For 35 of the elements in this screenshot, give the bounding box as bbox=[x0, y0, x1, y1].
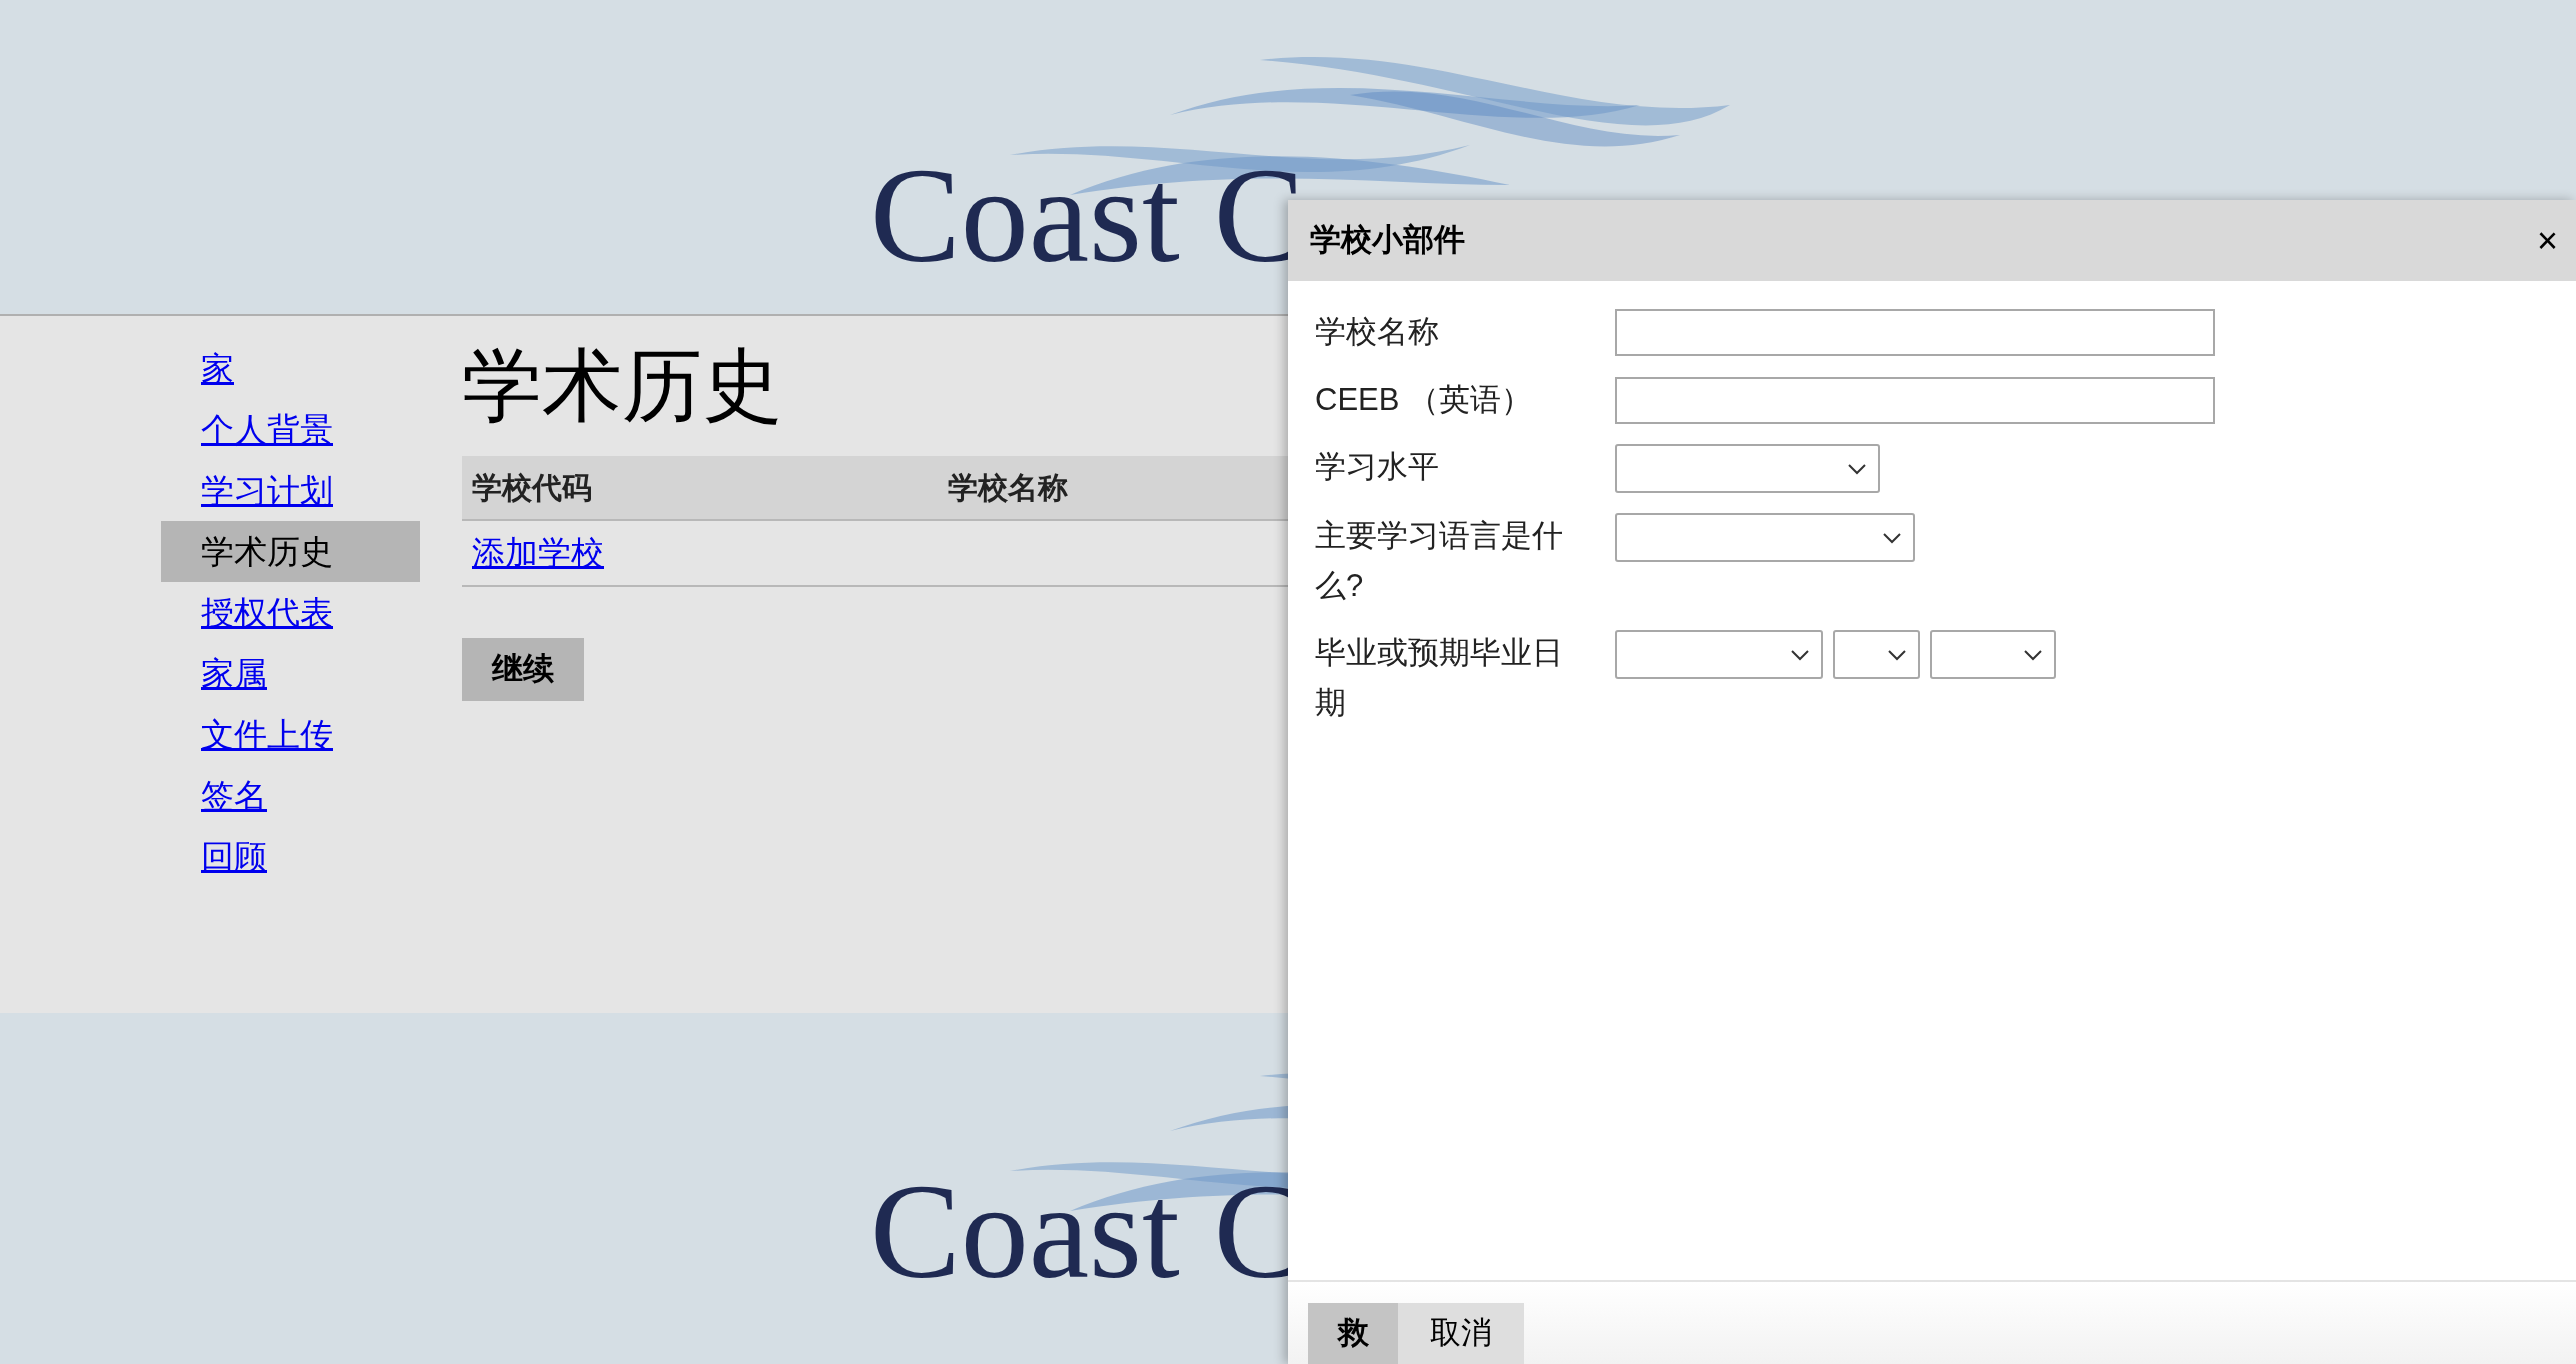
dropdown[interactable] bbox=[1930, 630, 2056, 680]
chevron-icon bbox=[1883, 533, 1901, 545]
dropdown[interactable] bbox=[1615, 444, 1880, 494]
dropdown[interactable] bbox=[1615, 630, 1823, 680]
input-field[interactable] bbox=[1615, 376, 2215, 424]
field-label: 主要学习语言是什么? bbox=[1315, 517, 1564, 605]
dialog-title: 学校小部件 bbox=[1310, 221, 1465, 260]
continue-button[interactable]: 继续 bbox=[462, 638, 584, 701]
field-label: 毕业或预期毕业日期 bbox=[1315, 634, 1564, 722]
chevron-icon bbox=[2024, 650, 2042, 662]
chevron-icon bbox=[1848, 464, 1866, 476]
column-header: 学校代码 bbox=[471, 470, 593, 506]
chevron-icon bbox=[1888, 650, 1906, 662]
add-school-link[interactable]: 添加学校 bbox=[472, 528, 604, 578]
nav-link[interactable]: 家属 bbox=[201, 643, 420, 704]
save-button[interactable]: 救 bbox=[1308, 1303, 1398, 1364]
nav-link[interactable]: 家 bbox=[201, 338, 420, 399]
nav-link[interactable]: 学习计划 bbox=[201, 460, 420, 521]
nav-link[interactable]: 文件上传 bbox=[201, 704, 420, 765]
field-label: 学校名称 bbox=[1315, 313, 1440, 351]
dropdown[interactable] bbox=[1833, 630, 1920, 680]
input-field[interactable] bbox=[1615, 309, 2215, 356]
page-title: 学术历史 bbox=[462, 340, 782, 432]
cancel-button[interactable]: 取消 bbox=[1398, 1303, 1524, 1364]
nav-link[interactable]: 授权代表 bbox=[201, 582, 420, 643]
close-button[interactable]: × bbox=[2532, 222, 2562, 259]
column-header: 学校名称 bbox=[947, 470, 1069, 506]
field-label: CEEB （英语） bbox=[1315, 380, 1534, 419]
dropdown[interactable] bbox=[1615, 513, 1915, 563]
nav-link[interactable]: 回顾 bbox=[201, 826, 420, 887]
nav-link[interactable]: 个人背景 bbox=[201, 399, 420, 460]
field-label: 学习水平 bbox=[1315, 448, 1440, 487]
nav-link[interactable]: 签名 bbox=[201, 765, 420, 826]
chevron-icon bbox=[1791, 650, 1809, 662]
nav-link[interactable]: 学术历史 bbox=[161, 521, 420, 582]
